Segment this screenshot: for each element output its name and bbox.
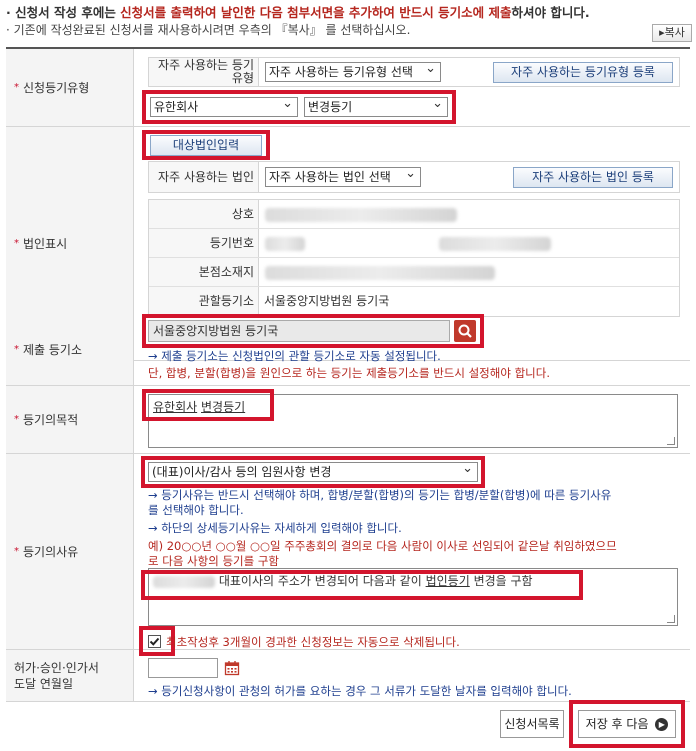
jurisdiction-value: 서울중앙지방법원 등기국 xyxy=(264,294,390,308)
required-icon: * xyxy=(14,546,19,557)
auto-delete-notice: 최초작성후 3개월이 경과한 신청정보는 자동으로 삭제됩니다. xyxy=(166,635,460,649)
reason-example-2: 로 다음 사항의 등기를 구함 xyxy=(148,554,280,568)
row-purpose: * 등기의목적 유한회사 변경등기 xyxy=(6,386,690,454)
reason-hint-1b: 를 선택해야 합니다. xyxy=(148,503,244,517)
submit-office-input[interactable]: 서울중앙지방법원 등기국 xyxy=(148,320,450,342)
application-list-button[interactable]: 신청서목록 xyxy=(500,710,564,738)
permit-date-input[interactable] xyxy=(148,658,218,678)
chevron-right-icon: ▶ xyxy=(655,718,669,731)
notice: · 신청서 작성 후에는 신청서를 출력하여 날인한 다음 첨부서면을 추가하여… xyxy=(6,4,690,38)
table-row: 본점소재지 xyxy=(149,258,679,287)
table-row: 상호 xyxy=(149,200,679,229)
copy-button[interactable]: ▸복사 xyxy=(652,24,692,42)
corporation-table: 상호 등기번호 본점소재지 관할등기소 서울중앙지방법원 등기국 xyxy=(148,199,680,317)
search-icon xyxy=(458,324,472,338)
fav-type-box: 자주 사용하는 등기유형 자주 사용하는 등기유형 선택 자주 사용하는 등기유… xyxy=(148,57,680,87)
fav-type-select[interactable]: 자주 사용하는 등기유형 선택 xyxy=(265,62,441,82)
notice-line-1: · 신청서 작성 후에는 신청서를 출력하여 날인한 다음 첨부서면을 추가하여… xyxy=(6,5,590,20)
redacted-name xyxy=(265,208,457,222)
label-registration-type: * 신청등기유형 xyxy=(6,49,134,126)
label-submit-office: * 제출 등기소 xyxy=(6,314,134,385)
fav-corporation-select[interactable]: 자주 사용하는 법인 선택 xyxy=(265,167,421,187)
target-corporation-button[interactable]: 대상법인입력 xyxy=(150,135,262,156)
label-purpose: * 등기의목적 xyxy=(6,386,134,453)
calendar-icon[interactable] xyxy=(224,660,240,676)
check-icon xyxy=(149,637,160,646)
company-type-select[interactable]: 유한회사 xyxy=(150,97,298,117)
row-submit-office: * 제출 등기소 서울중앙지방법원 등기국 → 제출 등기소는 신청법인의 관할 … xyxy=(6,314,690,386)
table-row: 관할등기소 서울중앙지방법원 등기국 xyxy=(149,287,679,316)
reason-hint-1a: → 등기사유는 반드시 선택해야 하며, 합병/분할(합병)의 등기는 합병/분… xyxy=(148,488,612,502)
reason-detail-textarea[interactable]: 대표이사의 주소가 변경되어 다음과 같이 법인등기 변경을 구함 xyxy=(148,568,678,626)
change-type-select[interactable]: 변경등기 xyxy=(304,97,448,117)
redacted-reg-no-1 xyxy=(265,237,305,251)
row-reason: *등기의사유 (대표)이사/감사 등의 임원사항 변경 → 등기사유는 반드시 … xyxy=(6,454,690,656)
register-fav-corporation-button[interactable]: 자주 사용하는 법인 등록 xyxy=(513,167,673,188)
save-next-button[interactable]: 저장 후 다음 ▶ xyxy=(578,710,676,738)
table-row: 등기번호 xyxy=(149,229,679,258)
permit-hint: → 등기신청사항이 관청의 허가를 요하는 경우 그 서류가 도달한 날자를 입… xyxy=(148,684,572,698)
redacted-person xyxy=(153,575,215,588)
reason-select[interactable]: (대표)이사/감사 등의 임원사항 변경 xyxy=(148,462,478,482)
redacted-address xyxy=(265,266,495,280)
notice-emphasis: 신청서를 출력하여 날인한 다음 첨부서면을 추가하여 반드시 등기소에 제출 xyxy=(120,5,512,20)
row-registration-type: *신청등기유형 자주 사용하는 등기유형 자주 사용하는 등기유형 선택 자주 … xyxy=(6,49,690,127)
submit-office-hint: → 제출 등기소는 신청법인의 관할 등기소로 자동 설정됩니다. xyxy=(148,349,441,363)
application-form: *신청등기유형 자주 사용하는 등기유형 자주 사용하는 등기유형 선택 자주 … xyxy=(6,47,690,702)
notice-line-2: · 기존에 작성완료된 신청서를 재사용하시려면 우측의 『복사』 를 선택하십… xyxy=(6,23,411,37)
redacted-reg-no-2 xyxy=(439,237,551,251)
fav-corporation-label: 자주 사용하는 법인 xyxy=(149,162,259,192)
reason-example-1: 예) 20○○년 ○○월 ○○일 주주총회의 결의로 다음 사람이 이사로 선임… xyxy=(148,539,617,553)
required-icon: * xyxy=(14,414,19,425)
row-permit: 허가·승인·인가서 도달 연월일 → 등기신청사항이 관청의 허가를 요하는 경… xyxy=(6,650,690,702)
auto-delete-checkbox[interactable] xyxy=(148,635,161,648)
search-button[interactable] xyxy=(454,320,476,342)
label-reason: * 등기의사유 xyxy=(6,454,134,649)
fav-corporation-box: 자주 사용하는 법인 자주 사용하는 법인 선택 자주 사용하는 법인 등록 xyxy=(148,161,680,193)
register-fav-type-button[interactable]: 자주 사용하는 등기유형 등록 xyxy=(493,62,673,83)
fav-type-label: 자주 사용하는 등기유형 xyxy=(149,58,259,86)
required-icon: * xyxy=(14,238,19,249)
purpose-textarea[interactable]: 유한회사 변경등기 xyxy=(148,394,678,448)
required-icon: * xyxy=(14,82,19,93)
submit-office-warn: 단, 합병, 분할(합병)을 원인으로 하는 등기는 제출등기소를 반드시 설정… xyxy=(148,366,550,380)
reason-hint-2: → 하단의 상세등기사유는 자세하게 입력해야 합니다. xyxy=(148,521,402,535)
label-permit: 허가·승인·인가서 도달 연월일 xyxy=(6,650,134,701)
required-icon: * xyxy=(14,344,19,355)
